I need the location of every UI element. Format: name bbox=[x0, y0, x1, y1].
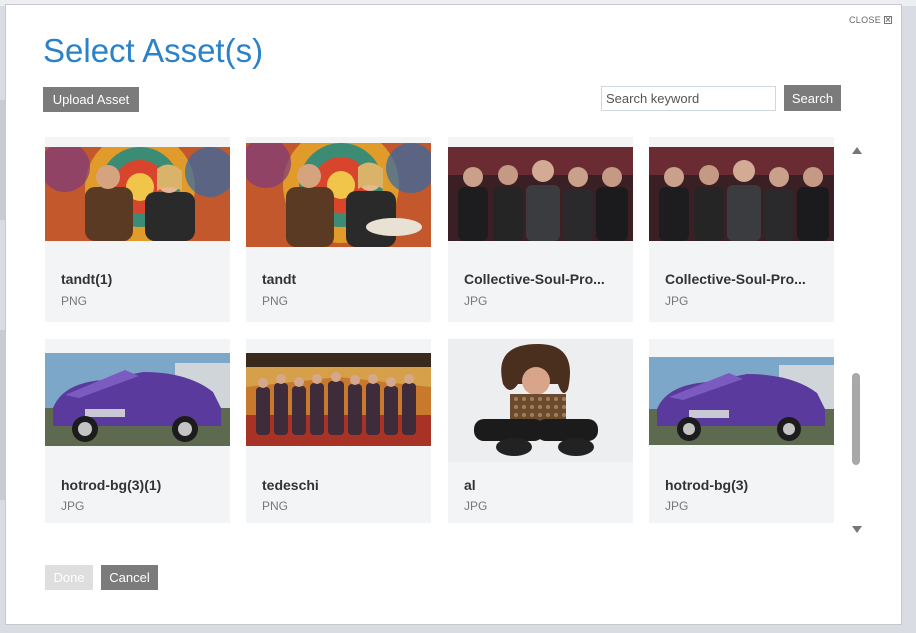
asset-card[interactable]: hotrod-bg(3)(1) JPG bbox=[45, 339, 230, 523]
asset-thumbnail bbox=[649, 147, 834, 241]
asset-type: JPG bbox=[665, 499, 689, 513]
asset-type: JPG bbox=[464, 499, 488, 513]
asset-name: tedeschi bbox=[262, 477, 319, 493]
close-icon bbox=[884, 16, 892, 24]
close-button[interactable]: CLOSE bbox=[849, 15, 892, 25]
asset-name: hotrod-bg(3)(1) bbox=[61, 477, 162, 493]
close-label: CLOSE bbox=[848, 15, 881, 25]
search-input[interactable] bbox=[601, 86, 776, 111]
scroll-down-icon[interactable] bbox=[852, 526, 862, 533]
asset-type: PNG bbox=[262, 294, 289, 308]
asset-thumbnail bbox=[246, 143, 431, 247]
asset-name: Collective-Soul-Pro... bbox=[464, 271, 605, 287]
asset-name: tandt(1) bbox=[61, 271, 113, 287]
dialog-title: Select Asset(s) bbox=[43, 32, 264, 69]
scroll-up-icon[interactable] bbox=[852, 147, 862, 154]
done-button[interactable]: Done bbox=[45, 565, 93, 590]
upload-asset-button[interactable]: Upload Asset bbox=[43, 87, 139, 112]
asset-card[interactable]: hotrod-bg(3) JPG bbox=[649, 339, 834, 523]
asset-thumbnail bbox=[649, 357, 834, 445]
asset-thumbnail bbox=[448, 147, 633, 241]
asset-name: tandt bbox=[262, 271, 297, 287]
scrollbar-thumb[interactable] bbox=[852, 373, 860, 465]
cancel-button[interactable]: Cancel bbox=[101, 565, 158, 590]
asset-grid: tandt(1) PNG tandt PNG Collective-Soul-P… bbox=[45, 137, 835, 523]
asset-type: PNG bbox=[61, 294, 88, 308]
asset-card[interactable]: Collective-Soul-Pro... JPG bbox=[649, 137, 834, 322]
asset-thumbnail bbox=[246, 353, 431, 446]
asset-card[interactable]: al JPG bbox=[448, 339, 633, 523]
select-asset-dialog: CLOSE Select Asset(s) Upload Asset Searc… bbox=[5, 4, 902, 625]
asset-card[interactable]: tedeschi PNG bbox=[246, 339, 431, 523]
asset-card[interactable]: tandt(1) PNG bbox=[45, 137, 230, 322]
asset-card[interactable]: Collective-Soul-Pro... JPG bbox=[448, 137, 633, 322]
asset-card[interactable]: tandt PNG bbox=[246, 137, 431, 322]
asset-type: JPG bbox=[665, 294, 689, 308]
asset-name: Collective-Soul-Pro... bbox=[665, 271, 806, 287]
asset-grid-scrollbar[interactable] bbox=[849, 143, 863, 535]
asset-type: PNG bbox=[262, 499, 289, 513]
asset-thumbnail bbox=[45, 147, 230, 241]
asset-name: hotrod-bg(3) bbox=[665, 477, 749, 493]
asset-type: JPG bbox=[61, 499, 85, 513]
asset-type: JPG bbox=[464, 294, 488, 308]
asset-thumbnail bbox=[448, 339, 633, 462]
asset-thumbnail bbox=[45, 353, 230, 446]
search-button[interactable]: Search bbox=[784, 85, 841, 111]
asset-name: al bbox=[464, 477, 476, 493]
